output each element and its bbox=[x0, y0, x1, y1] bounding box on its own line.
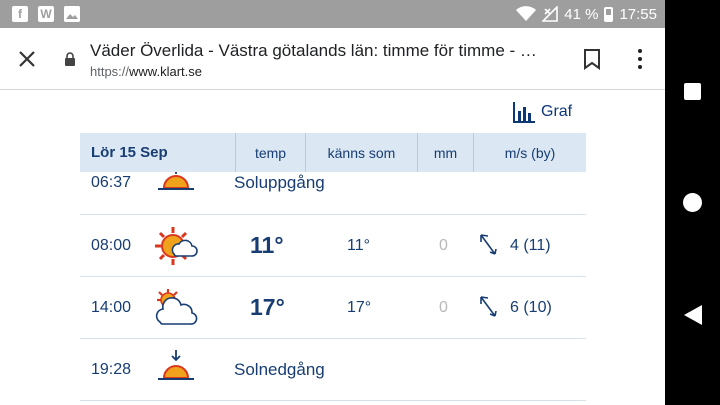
home-icon bbox=[683, 192, 702, 212]
no-signal-icon bbox=[542, 6, 559, 22]
temperature: 17° bbox=[250, 294, 285, 320]
table-row: 06:37 Soluppgång bbox=[80, 172, 586, 215]
row-time: 08:00 bbox=[91, 237, 132, 254]
column-wind: m/s (by) bbox=[473, 133, 586, 172]
back-icon bbox=[683, 305, 702, 325]
sun-cloud-icon bbox=[155, 227, 198, 265]
feels-like: 17° bbox=[347, 299, 372, 316]
table-row: 08:00 11° 11° 0 4 (11) bbox=[80, 215, 586, 277]
lock-icon bbox=[65, 52, 75, 66]
date-header: Lör 15 Sep bbox=[91, 144, 168, 161]
page-url: https://www.klart.se bbox=[90, 64, 202, 79]
wind-speed: 6 (10) bbox=[510, 299, 552, 316]
recents-button[interactable] bbox=[665, 71, 720, 111]
sunrise-icon bbox=[158, 172, 194, 190]
wifi-icon bbox=[516, 6, 537, 21]
column-temp: temp bbox=[235, 133, 305, 172]
row-time: 14:00 bbox=[91, 299, 132, 316]
recents-icon bbox=[684, 82, 701, 100]
forecast-table-header: Lör 15 Sep temp känns som mm m/s (by) bbox=[80, 133, 586, 172]
wind-speed: 4 (11) bbox=[510, 237, 551, 254]
graf-link[interactable]: Graf bbox=[512, 100, 572, 124]
row-time: 06:37 bbox=[91, 174, 132, 191]
url-domain: www.klart.se bbox=[129, 64, 202, 79]
sunset-label: Solnedgång bbox=[234, 360, 325, 379]
column-precipitation: mm bbox=[417, 133, 473, 172]
sunset-icon bbox=[158, 350, 194, 380]
back-button[interactable] bbox=[665, 295, 720, 335]
bookmark-icon[interactable] bbox=[583, 48, 601, 70]
row-time: 19:28 bbox=[91, 361, 132, 378]
battery-level: 41 % bbox=[564, 5, 599, 23]
bar-chart-icon bbox=[513, 102, 535, 123]
wind-direction-icon bbox=[480, 234, 497, 255]
battery-icon bbox=[604, 6, 614, 22]
feels-like: 11° bbox=[347, 237, 371, 254]
table-row: 19:28 Solnedgång bbox=[80, 339, 586, 401]
graf-label: Graf bbox=[541, 103, 573, 120]
cloud-sun-icon bbox=[155, 289, 198, 325]
wattpad-icon: W bbox=[38, 6, 54, 22]
navigation-bar bbox=[665, 0, 720, 405]
facebook-icon: f bbox=[12, 6, 28, 22]
phone-screen: f W 41 % 17:55 Väder Överlida - Västra g… bbox=[0, 0, 665, 405]
browser-toolbar: Väder Överlida - Västra götalands län: t… bbox=[0, 28, 665, 90]
sunrise-label: Soluppgång bbox=[234, 173, 325, 192]
page-title: Väder Överlida - Västra götalands län: t… bbox=[90, 41, 537, 60]
column-feels-like: känns som bbox=[305, 133, 417, 172]
precipitation: 0 bbox=[439, 237, 448, 254]
more-options-icon[interactable] bbox=[628, 47, 652, 71]
url-scheme: https:// bbox=[90, 64, 130, 79]
forecast-rows: 06:37 Soluppgång 08:00 11° 11° 0 4 (11) … bbox=[80, 172, 586, 405]
table-row: 14:00 17° 17° 0 6 (10) bbox=[80, 277, 586, 339]
status-bar: f W 41 % 17:55 bbox=[0, 0, 665, 28]
precipitation: 0 bbox=[439, 299, 448, 316]
close-icon[interactable] bbox=[14, 46, 40, 72]
clock: 17:55 bbox=[619, 5, 657, 23]
temperature: 11° bbox=[250, 232, 284, 258]
wind-direction-icon bbox=[480, 296, 497, 317]
gallery-icon bbox=[64, 6, 80, 22]
home-button[interactable] bbox=[665, 182, 720, 222]
